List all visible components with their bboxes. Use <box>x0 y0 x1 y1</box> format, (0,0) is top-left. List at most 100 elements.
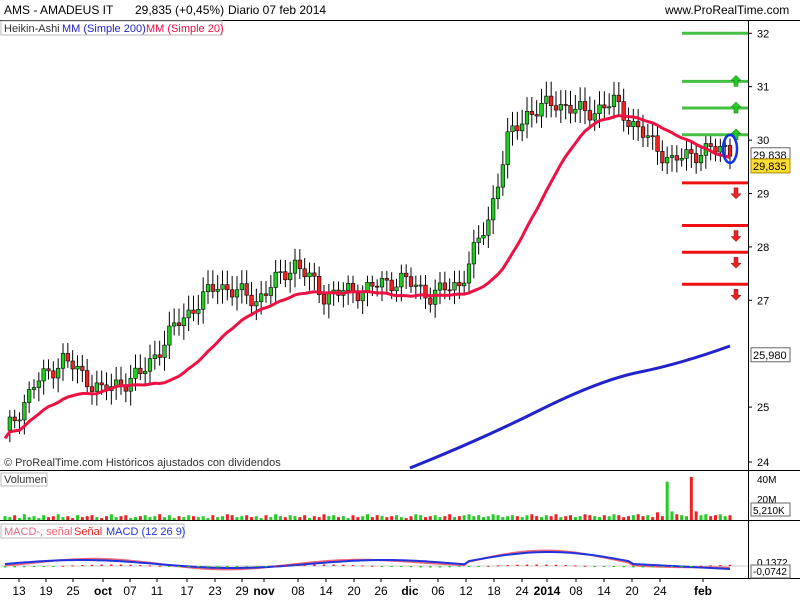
volume-bar <box>346 518 350 520</box>
volume-bar <box>211 515 215 520</box>
volume-bar <box>438 517 442 520</box>
candle-body <box>99 382 104 386</box>
volume-bar <box>351 515 355 520</box>
volume-bar <box>573 517 577 520</box>
macd-histogram-bar <box>728 564 732 566</box>
volume-bar <box>254 516 258 520</box>
candle-body <box>225 284 230 291</box>
x-axis-label: 12 <box>459 584 473 598</box>
macd-histogram-bar <box>313 564 316 566</box>
price-tick-label: 32 <box>757 28 769 40</box>
candle-body <box>389 279 394 292</box>
x-axis-label: 17 <box>180 584 194 598</box>
price-chart[interactable]: Heikin-Ashi MM (Simple 200) MM (Simple 20)… <box>0 0 800 600</box>
macd-histogram-bar <box>332 564 335 566</box>
volume-bar <box>375 515 379 520</box>
macd-histogram-bar <box>651 566 654 568</box>
candle-body <box>162 344 167 358</box>
candle-body <box>234 289 240 298</box>
candle-body <box>152 354 157 359</box>
candle-body <box>27 389 32 403</box>
macd-histogram-bar <box>361 565 364 567</box>
x-axis-label: feb <box>694 584 712 598</box>
volume-bar <box>3 516 7 520</box>
candle-body <box>307 272 312 278</box>
volume-bar <box>549 516 553 520</box>
candle-body <box>292 259 298 274</box>
candle-body <box>689 149 694 154</box>
candle-body <box>196 308 201 314</box>
candle-body <box>587 110 592 121</box>
x-axis-label: 13 <box>12 584 26 598</box>
candle-body <box>481 235 486 239</box>
legend-ma20: MM (Simple 20) <box>146 23 224 35</box>
x-axis-label: 24 <box>653 584 667 598</box>
volume-bar <box>477 515 481 520</box>
candle-body <box>650 135 655 138</box>
volume-bar <box>665 481 669 520</box>
volume-bar <box>269 517 273 520</box>
price-tick-label: 25 <box>757 402 769 414</box>
volume-bar <box>433 515 437 520</box>
volume-bar <box>685 516 688 520</box>
x-axis-label: 20 <box>347 584 361 598</box>
volume-bar <box>13 515 17 520</box>
volume-bar <box>641 516 645 520</box>
volume-bar <box>457 516 461 520</box>
macd-histogram-bar <box>699 565 703 567</box>
macd-histogram-bar <box>409 566 413 568</box>
volume-bar <box>588 515 592 520</box>
macd-histogram-bar <box>110 564 113 566</box>
macd-histogram-bar <box>52 566 55 567</box>
volume-bar <box>399 517 403 520</box>
macd-histogram-bar <box>3 566 7 568</box>
candle-body <box>12 416 17 422</box>
candle-body <box>80 365 85 371</box>
volume-tick-label: 40M <box>757 475 776 486</box>
volume-bar <box>506 516 510 520</box>
volume-bar <box>274 514 278 520</box>
candle-body <box>616 94 621 102</box>
volume-bar <box>622 517 626 520</box>
volume-bar <box>138 516 142 520</box>
volume-bar <box>704 514 708 520</box>
macd-histogram-bar <box>32 566 36 567</box>
candle-body <box>524 110 530 125</box>
macd-histogram-bar <box>119 564 123 566</box>
volume-bar <box>341 516 345 520</box>
macd-histogram-bar <box>622 566 625 568</box>
site-name[interactable]: www.ProRealTime.com <box>665 0 789 20</box>
volume-bar <box>192 516 195 520</box>
volume-bar <box>385 517 389 520</box>
macd-histogram-bar <box>429 566 432 568</box>
candle-body <box>408 276 414 287</box>
volume-bar <box>143 515 147 520</box>
volume-bar <box>85 516 89 520</box>
candle-body <box>215 288 220 292</box>
candle-body <box>51 370 56 379</box>
volume-bar <box>196 517 200 520</box>
candle-body <box>263 293 269 296</box>
macd-histogram-bar <box>448 566 451 568</box>
volume-bar <box>245 515 249 520</box>
volume-bar <box>240 516 244 520</box>
volume-bar <box>448 514 452 520</box>
volume-bar <box>419 515 423 520</box>
candle-body <box>582 101 588 111</box>
volume-bar <box>235 517 239 520</box>
volume-bar <box>61 517 65 520</box>
candle-body <box>259 293 264 302</box>
candle-body <box>172 322 177 327</box>
volume-bar <box>467 514 471 520</box>
candle-body <box>495 186 501 199</box>
macd-histogram-bar <box>535 564 538 566</box>
volume-bar <box>709 516 713 520</box>
candle-body <box>143 370 148 375</box>
macd-histogram-bar <box>438 566 442 568</box>
macd-histogram-bar <box>61 565 65 567</box>
candle-body <box>727 145 733 157</box>
candle-body <box>273 271 278 288</box>
volume-bar <box>225 514 229 520</box>
candle-body <box>563 104 568 106</box>
candle-body <box>404 272 409 277</box>
